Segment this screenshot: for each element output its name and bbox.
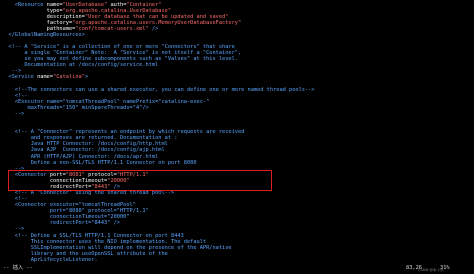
code-token: name= <box>33 74 54 81</box>
code-token: a single "Container" Note: A "Service" i… <box>2 50 242 57</box>
connector-highlight-box <box>8 170 272 191</box>
code-line[interactable]: <!--The connectors can use a shared exec… <box>2 87 315 94</box>
code-line[interactable]: AprLifecycleListener. <box>2 257 98 264</box>
code-line[interactable]: <Service name="Catalina"> <box>2 74 88 81</box>
code-token: "conf/tomcat-users.xml" <box>75 25 149 32</box>
code-token: Documentation at /docs/config/service.ht… <box>2 62 159 69</box>
code-token: <Service <box>8 74 34 81</box>
status-bar: -- 插入 -- 83,26 31% <box>0 264 474 274</box>
code-token: <!--The connectors can use a shared exec… <box>2 86 315 93</box>
editor-pane[interactable]: <Resource name="UserDatabase" auth="Cont… <box>0 0 474 266</box>
code-token: > <box>84 74 89 81</box>
watermark: CSDN @水卜乐 <box>418 268 444 272</box>
code-token: Define a non-SSL/TLS HTTP/1.1 Connector … <box>2 159 197 166</box>
code-token: Java AJP Connector: /docs/config/ajp.htm… <box>2 147 165 154</box>
mode-indicator: -- 插入 -- <box>3 265 33 271</box>
code-line[interactable]: </GlobalNamingResources> <box>2 32 85 39</box>
code-token: library and the useOpenSSL attribute of … <box>2 250 168 257</box>
code-token: <Executor name="tomcatThreadPool" namePr… <box>2 98 210 105</box>
code-token: /> <box>148 25 159 32</box>
code-token: <Connector executor="tomcatThreadPool" <box>2 202 136 209</box>
code-token: AprLifecycleListener. <box>2 256 98 263</box>
code-token: "Catalina" <box>53 74 85 81</box>
code-line[interactable]: --> <box>2 110 25 118</box>
code-line[interactable]: Documentation at /docs/config/service.ht… <box>2 62 158 69</box>
code-token: --> <box>2 110 25 117</box>
code-token: </GlobalNamingResources> <box>2 31 85 38</box>
code-line[interactable]: Define a non-SSL/TLS HTTP/1.1 Connector … <box>2 160 197 167</box>
